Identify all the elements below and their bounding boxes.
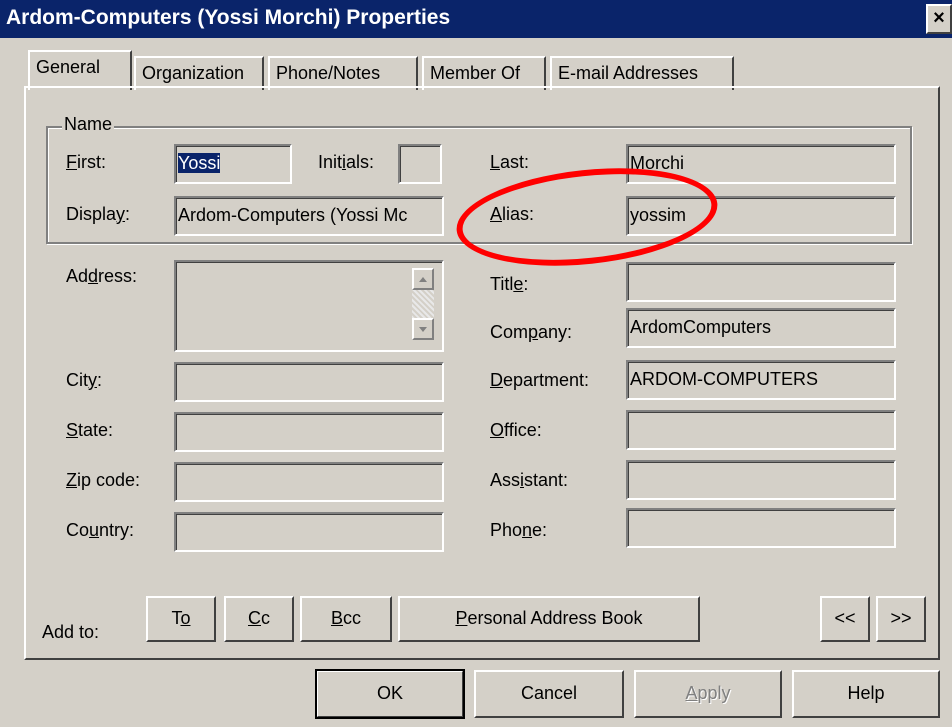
- country-input[interactable]: [174, 512, 444, 552]
- office-input[interactable]: [626, 410, 896, 450]
- last-name-value: Morchi: [630, 153, 685, 173]
- initials-label: Initials:: [318, 152, 375, 172]
- personal-address-book-button[interactable]: Personal Address Book: [398, 596, 700, 642]
- last-name-input[interactable]: Morchi: [626, 144, 896, 184]
- company-label: Company:: [490, 322, 573, 342]
- title-input[interactable]: [626, 262, 896, 302]
- tab-email-addresses[interactable]: E-mail Addresses: [550, 56, 734, 90]
- display-label: Display:: [66, 204, 131, 224]
- department-input[interactable]: ARDOM-COMPUTERS: [626, 360, 896, 400]
- office-label: Office:: [490, 420, 542, 440]
- alias-value: yossim: [630, 205, 687, 225]
- phone-label: Phone:: [490, 520, 548, 540]
- alias-input[interactable]: yossim: [626, 196, 896, 236]
- first-name-input[interactable]: Yossi: [174, 144, 292, 184]
- assistant-input[interactable]: [626, 460, 896, 500]
- scrollbar-track[interactable]: [412, 290, 434, 318]
- address-label: Address:: [66, 266, 138, 286]
- state-label: State:: [66, 420, 114, 440]
- next-button[interactable]: >>: [876, 596, 926, 642]
- address-textarea[interactable]: [174, 260, 444, 352]
- city-label: City:: [66, 370, 103, 390]
- help-button[interactable]: Help: [792, 670, 940, 718]
- close-button[interactable]: ×: [926, 4, 952, 34]
- first-label: First:: [66, 152, 106, 172]
- cc-button[interactable]: Cc: [224, 596, 294, 642]
- display-name-input[interactable]: Ardom-Computers (Yossi Mc: [174, 196, 444, 236]
- ok-button[interactable]: OK: [315, 669, 465, 719]
- zip-input[interactable]: [174, 462, 444, 502]
- tab-organization[interactable]: Organization: [134, 56, 264, 90]
- add-to-label: Add to:: [42, 622, 100, 642]
- window-title: Ardom-Computers (Yossi Morchi) Propertie…: [6, 6, 451, 29]
- display-name-value: Ardom-Computers (Yossi Mc: [178, 205, 408, 225]
- scroll-down-button[interactable]: [412, 318, 434, 340]
- tab-general-label: General: [36, 57, 101, 77]
- tab-email-addresses-label: E-mail Addresses: [558, 63, 699, 83]
- tab-phone-notes-label: Phone/Notes: [276, 63, 381, 83]
- department-value: ARDOM-COMPUTERS: [630, 369, 818, 389]
- scroll-down-icon: [419, 327, 427, 332]
- close-icon: ×: [933, 7, 945, 29]
- to-button[interactable]: To: [146, 596, 216, 642]
- cancel-button[interactable]: Cancel: [474, 670, 624, 718]
- tab-member-of-label: Member Of: [430, 63, 521, 83]
- company-value: ArdomComputers: [630, 317, 772, 337]
- title-label: Title:: [490, 274, 529, 294]
- initials-input[interactable]: [398, 144, 442, 184]
- first-name-value: Yossi: [178, 153, 221, 173]
- company-input[interactable]: ArdomComputers: [626, 308, 896, 348]
- scroll-up-button[interactable]: [412, 268, 434, 290]
- department-label: Department:: [490, 370, 590, 390]
- city-input[interactable]: [174, 362, 444, 402]
- last-label: Last:: [490, 152, 530, 172]
- apply-button[interactable]: Apply: [634, 670, 782, 718]
- tab-organization-label: Organization: [142, 63, 245, 83]
- assistant-label: Assistant:: [490, 470, 569, 490]
- phone-input[interactable]: [626, 508, 896, 548]
- tab-phone-notes[interactable]: Phone/Notes: [268, 56, 418, 90]
- state-input[interactable]: [174, 412, 444, 452]
- bcc-button[interactable]: Bcc: [300, 596, 392, 642]
- zip-label: Zip code:: [66, 470, 141, 490]
- alias-label: Alias:: [490, 204, 535, 224]
- name-legend: Name: [62, 114, 115, 135]
- tab-member-of[interactable]: Member Of: [422, 56, 546, 90]
- country-label: Country:: [66, 520, 135, 540]
- tab-general[interactable]: General: [28, 50, 132, 90]
- previous-button[interactable]: <<: [820, 596, 870, 642]
- scroll-up-icon: [419, 277, 427, 282]
